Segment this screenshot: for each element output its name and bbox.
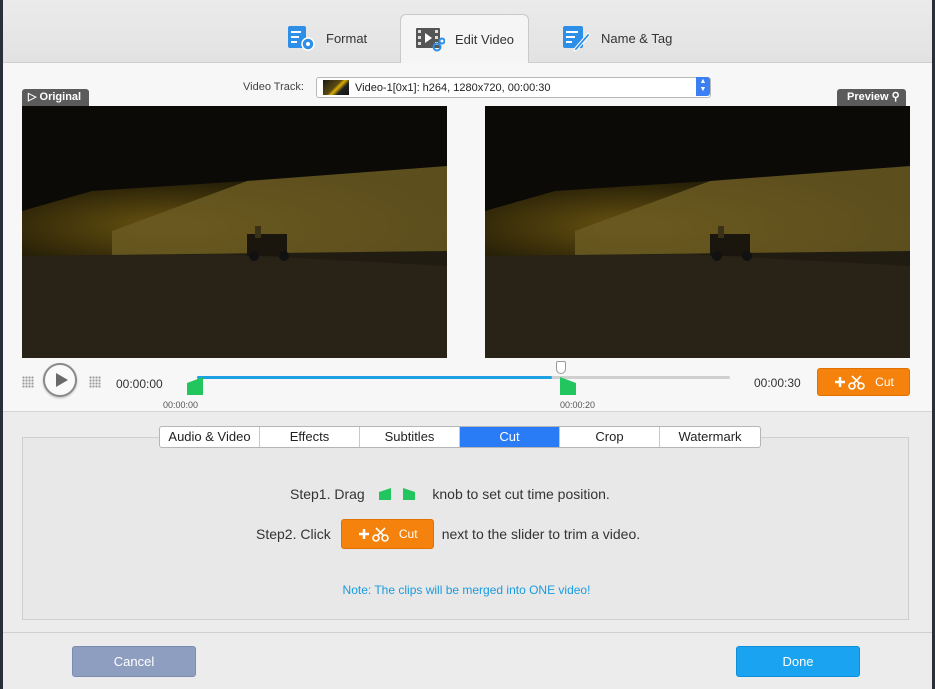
end-time: 00:00:30 [754, 376, 801, 390]
tab-subtitles[interactable]: Subtitles [360, 427, 460, 447]
divider [3, 411, 932, 412]
video-track-select[interactable]: Video-1[0x1]: h264, 1280x720, 00:00:30 ▲… [316, 77, 711, 98]
step2-text: Step2. Click Cut next to the slider to t… [256, 519, 640, 549]
original-tag: ▷ Original [22, 89, 90, 106]
timeline-selection [197, 376, 553, 379]
edit-video-window: Format Edit Video Name & Tag Video Track… [3, 0, 932, 689]
tab-format[interactable]: Format [286, 14, 367, 62]
drag-handle-left-icon [22, 376, 34, 388]
original-video-frame [22, 106, 447, 358]
playhead-marker[interactable] [556, 361, 566, 374]
top-toolbar: Format Edit Video Name & Tag [3, 0, 932, 63]
merge-note: Note: The clips will be merged into ONE … [342, 583, 591, 597]
tab-edit-video[interactable]: Edit Video [400, 14, 530, 63]
video-area: Video Track: Video-1[0x1]: h264, 1280x72… [3, 63, 932, 411]
select-arrows-icon: ▲ ▼ [696, 77, 710, 96]
cancel-button[interactable]: Cancel [72, 646, 196, 677]
drag-handle-right-icon [89, 376, 101, 388]
left-knob-icon [378, 488, 391, 500]
format-settings-icon [288, 26, 315, 51]
right-knob-icon [402, 488, 415, 500]
preview-button[interactable]: Preview ⚲ [837, 89, 906, 106]
footer-divider [3, 632, 932, 633]
add-scissors-icon [835, 375, 865, 390]
right-cut-knob[interactable] [560, 377, 576, 395]
edit-tag-icon [563, 26, 591, 52]
tab-crop[interactable]: Crop [560, 427, 660, 447]
tab-watermark[interactable]: Watermark [660, 427, 760, 447]
video-scissors-icon [416, 28, 445, 52]
cut-example-button: Cut [340, 519, 434, 549]
video-track-label: Video Track: [243, 81, 304, 93]
video-track-value: Video-1[0x1]: h264, 1280x720, 00:00:30 [355, 81, 551, 94]
preview-video-frame [485, 106, 910, 358]
tab-audio-video[interactable]: Audio & Video [160, 427, 260, 447]
edit-tabs: Audio & Video Effects Subtitles Cut Crop… [159, 426, 761, 448]
right-knob-time: 00:00:20 [560, 400, 596, 410]
cut-button-label: Cut [875, 375, 894, 389]
play-outline-icon: ▷ [28, 91, 37, 103]
timeline-slider[interactable] [197, 376, 730, 379]
cut-panel: Step1. Drag knob to set cut time positio… [22, 437, 909, 620]
tab-effects[interactable]: Effects [260, 427, 360, 447]
tab-format-label: Format [326, 30, 368, 46]
done-button[interactable]: Done [736, 646, 860, 677]
left-knob-time: 00:00:00 [163, 400, 199, 410]
current-time: 00:00:00 [116, 377, 163, 391]
tab-cut[interactable]: Cut [460, 427, 560, 447]
tab-name-tag-label: Name & Tag [601, 30, 673, 46]
play-button[interactable] [43, 363, 77, 397]
add-scissors-icon [358, 527, 389, 542]
cut-button[interactable]: Cut [817, 368, 910, 396]
magnifier-icon: ⚲ [891, 91, 900, 103]
tab-edit-video-label: Edit Video [455, 31, 515, 47]
tab-name-tag[interactable]: Name & Tag [561, 14, 672, 62]
track-thumbnail [323, 80, 349, 95]
step1-text: Step1. Drag knob to set cut time positio… [290, 486, 610, 502]
left-cut-knob[interactable] [187, 377, 203, 395]
